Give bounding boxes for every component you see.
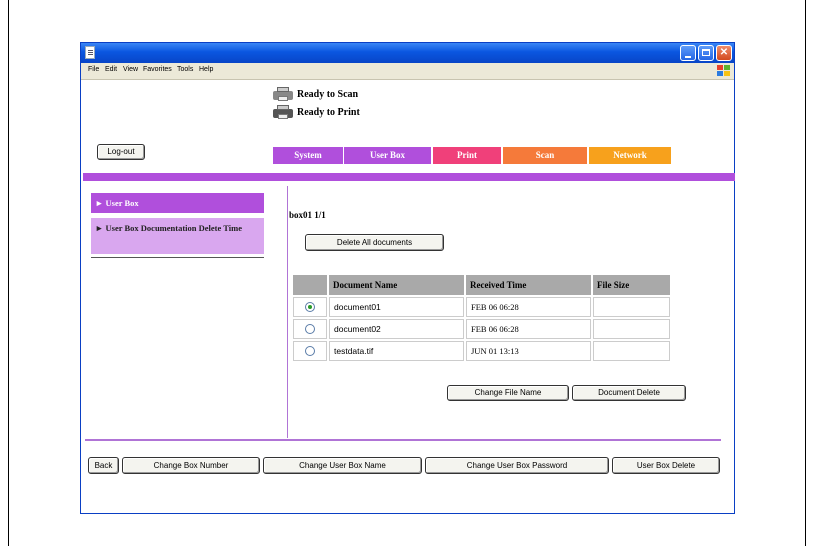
- row-select-cell: [293, 319, 327, 339]
- menu-view[interactable]: View: [123, 66, 138, 73]
- table-row: document02 FEB 06 06:28: [293, 319, 670, 339]
- table-header-row: Document Name Received Time File Size: [293, 275, 670, 295]
- documents-table: Document Name Received Time File Size do…: [291, 273, 672, 363]
- tab-system[interactable]: System: [273, 147, 343, 164]
- logout-button[interactable]: Log-out: [97, 144, 145, 160]
- row-select-cell: [293, 297, 327, 317]
- title-bar[interactable]: ✕: [81, 43, 734, 63]
- menu-help[interactable]: Help: [199, 66, 213, 73]
- tab-user-box[interactable]: User Box: [344, 147, 431, 164]
- radio-button[interactable]: [305, 302, 315, 313]
- document-name-cell: testdata.tif: [329, 341, 464, 361]
- page-border-right: [805, 0, 806, 546]
- received-time-header: Received Time: [466, 275, 591, 295]
- page-border-left: [8, 0, 9, 546]
- document-name-header: Document Name: [329, 275, 464, 295]
- radio-button[interactable]: [305, 346, 315, 357]
- minimize-icon: [685, 56, 691, 58]
- tab-print[interactable]: Print: [433, 147, 501, 164]
- printer-icon: [273, 105, 293, 119]
- print-status: Ready to Print: [297, 107, 360, 118]
- received-time-cell: FEB 06 06:28: [466, 319, 591, 339]
- change-user-box-name-button[interactable]: Change User Box Name: [263, 457, 422, 474]
- sidebar-item-documentation-delete-time[interactable]: ► User Box Documentation Delete Time: [91, 218, 264, 254]
- box-label: box01 1/1: [289, 210, 326, 220]
- browser-window: ✕ File Edit View Favorites Tools Help Re…: [80, 42, 735, 514]
- file-size-cell: [593, 341, 670, 361]
- horizontal-divider: [85, 439, 721, 441]
- window-app-icon: [85, 46, 95, 59]
- file-size-cell: [593, 297, 670, 317]
- sidebar-item-user-box[interactable]: ► User Box: [91, 193, 264, 213]
- back-button[interactable]: Back: [88, 457, 119, 474]
- table-row: document01 FEB 06 06:28: [293, 297, 670, 317]
- file-size-cell: [593, 319, 670, 339]
- menu-edit[interactable]: Edit: [105, 66, 117, 73]
- select-column-header: [293, 275, 327, 295]
- radio-button[interactable]: [305, 324, 315, 335]
- scanner-icon: [273, 87, 293, 101]
- maximize-button[interactable]: [698, 45, 714, 61]
- tab-scan[interactable]: Scan: [503, 147, 587, 164]
- file-size-header: File Size: [593, 275, 670, 295]
- document-name-cell: document01: [329, 297, 464, 317]
- sidebar-underline: [91, 257, 264, 258]
- windows-logo-icon: [717, 65, 730, 77]
- section-divider-bar: [83, 173, 735, 181]
- close-button[interactable]: ✕: [716, 45, 732, 61]
- delete-all-documents-button[interactable]: Delete All documents: [305, 234, 444, 251]
- document-delete-button[interactable]: Document Delete: [572, 385, 686, 401]
- change-file-name-button[interactable]: Change File Name: [447, 385, 569, 401]
- table-row: testdata.tif JUN 01 13:13: [293, 341, 670, 361]
- menu-favorites[interactable]: Favorites: [143, 66, 172, 73]
- received-time-cell: JUN 01 13:13: [466, 341, 591, 361]
- row-select-cell: [293, 341, 327, 361]
- menu-file[interactable]: File: [88, 66, 99, 73]
- tab-network[interactable]: Network: [589, 147, 671, 164]
- menu-tools[interactable]: Tools: [177, 66, 193, 73]
- received-time-cell: FEB 06 06:28: [466, 297, 591, 317]
- menu-bar: File Edit View Favorites Tools Help: [81, 63, 734, 80]
- change-box-number-button[interactable]: Change Box Number: [122, 457, 260, 474]
- vertical-divider: [287, 186, 288, 438]
- minimize-button[interactable]: [680, 45, 696, 61]
- user-box-delete-button[interactable]: User Box Delete: [612, 457, 720, 474]
- maximize-icon: [702, 49, 710, 56]
- scan-status: Ready to Scan: [297, 89, 359, 100]
- close-icon: ✕: [719, 47, 729, 58]
- change-user-box-password-button[interactable]: Change User Box Password: [425, 457, 609, 474]
- document-name-cell: document02: [329, 319, 464, 339]
